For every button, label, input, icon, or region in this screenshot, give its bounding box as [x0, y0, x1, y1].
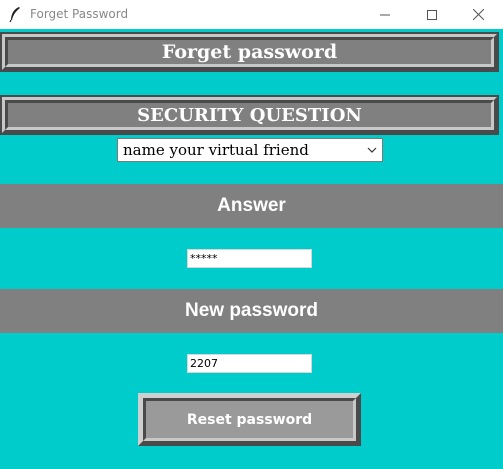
- close-icon: [472, 9, 484, 20]
- reset-password-label: Reset password: [186, 411, 313, 428]
- page-title-text: Forget password: [161, 41, 338, 63]
- security-question-value: name your virtual friend: [123, 141, 309, 159]
- window-titlebar: Forget Password: [0, 0, 503, 29]
- answer-label: Answer: [217, 195, 286, 216]
- security-question-heading: SECURITY QUESTION: [0, 95, 499, 135]
- feather-icon: [8, 6, 22, 23]
- close-button[interactable]: [455, 0, 501, 29]
- answer-input[interactable]: [187, 249, 312, 268]
- new-password-input[interactable]: [187, 354, 312, 373]
- page-title: Forget password: [0, 32, 499, 72]
- new-password-label: New password: [184, 300, 319, 321]
- chevron-down-icon: [367, 147, 377, 153]
- maximize-button[interactable]: [409, 0, 455, 29]
- security-question-select[interactable]: name your virtual friend: [117, 138, 383, 162]
- reset-password-button[interactable]: Reset password: [138, 393, 361, 446]
- minimize-button[interactable]: [362, 0, 408, 29]
- new-password-label-band: New password: [0, 289, 503, 333]
- answer-label-band: Answer: [0, 184, 503, 228]
- security-question-heading-text: SECURITY QUESTION: [137, 104, 362, 126]
- maximize-icon: [427, 9, 437, 20]
- window-title: Forget Password: [30, 7, 129, 21]
- minimize-icon: [380, 14, 390, 15]
